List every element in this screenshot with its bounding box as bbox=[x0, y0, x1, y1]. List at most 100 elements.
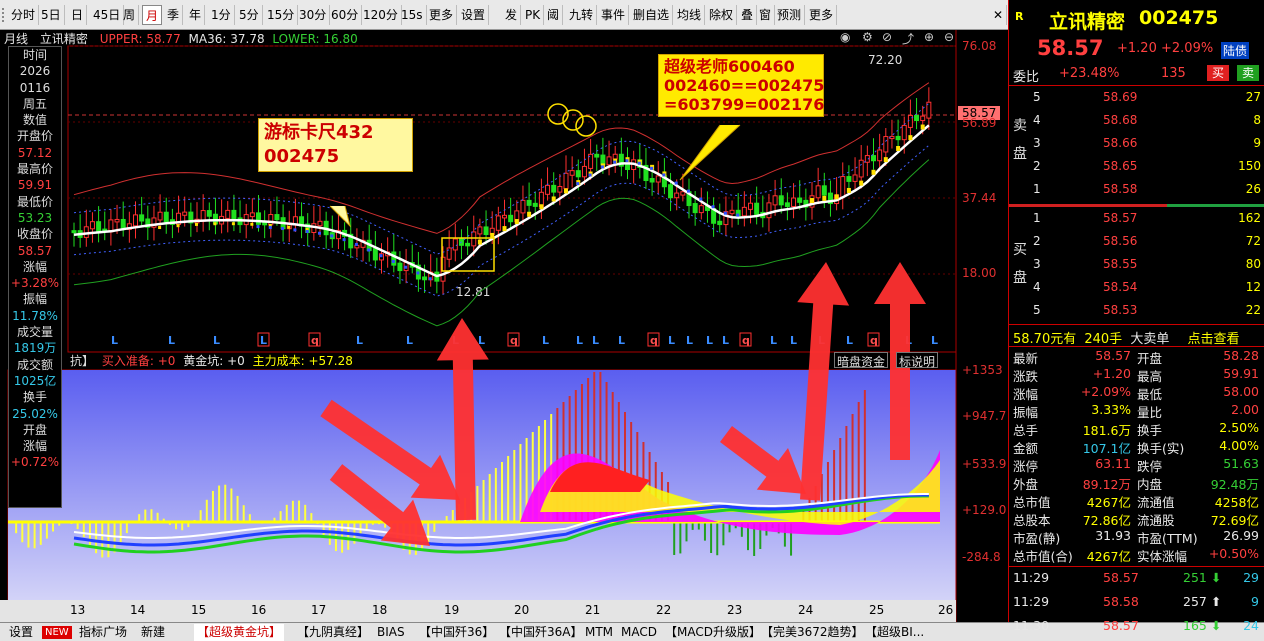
indicator-tab-7[interactable]: 【中国歼36】 bbox=[416, 624, 497, 641]
orderbook-row[interactable]: 3 58.55 80 bbox=[1033, 254, 1264, 276]
share-icon[interactable]: ⤴ bbox=[902, 30, 914, 47]
orderbook-row[interactable]: 4 58.54 12 bbox=[1033, 277, 1264, 299]
indicator-tab-10[interactable]: MACD bbox=[618, 624, 660, 641]
toolbar-item-16[interactable]: 设置 bbox=[458, 5, 490, 25]
buy-button[interactable]: 买 bbox=[1207, 65, 1229, 81]
indicator-tab-8[interactable]: 【中国歼36A】 bbox=[496, 624, 585, 641]
orderbook-row[interactable]: 5 58.69 27 bbox=[1033, 87, 1264, 109]
toolbar-item-22[interactable]: 删自选 bbox=[630, 5, 674, 25]
gear-icon[interactable]: ⚙ bbox=[862, 30, 873, 44]
eye-icon[interactable]: ◉ bbox=[840, 30, 850, 44]
indicator-tab-2[interactable]: 指标广场 bbox=[76, 624, 130, 641]
link-icon[interactable]: ⊘ bbox=[882, 30, 892, 44]
toolbar-item-27[interactable]: 预测 bbox=[774, 5, 806, 25]
stat-label: 市盈(静) bbox=[1013, 531, 1061, 546]
candle-body bbox=[754, 202, 760, 215]
indicator-tab-5[interactable]: 【九阴真经】 bbox=[294, 624, 372, 641]
indicator-desc-label[interactable]: 标说明 bbox=[896, 352, 939, 369]
trend-marker bbox=[305, 229, 309, 233]
toolbar-item-12[interactable]: 60分 bbox=[328, 5, 363, 25]
toolbar-item-21[interactable]: 事件 bbox=[598, 5, 630, 25]
signal-marker: L bbox=[260, 334, 267, 347]
toolbar-item-17[interactable]: 发 bbox=[502, 5, 522, 25]
toolbar-item-1[interactable]: 5日 bbox=[38, 5, 65, 25]
orderbook-row[interactable]: 3 58.66 9 bbox=[1033, 133, 1264, 155]
indicator-tab-0[interactable]: 设置 bbox=[6, 624, 36, 641]
quote-stock-code: 002475 bbox=[1139, 7, 1219, 29]
toolbar-item-20[interactable]: 九转 bbox=[566, 5, 598, 25]
x-axis-label: 17 bbox=[311, 603, 326, 617]
big-order-link[interactable]: 点击查看 bbox=[1187, 332, 1239, 347]
toolbar-item-5[interactable]: 月 bbox=[142, 5, 163, 25]
toolbar-item-15[interactable]: 更多 bbox=[426, 5, 458, 25]
candle-body bbox=[612, 153, 618, 160]
orderbook-row[interactable]: 4 58.68 8 bbox=[1033, 110, 1264, 132]
trend-marker bbox=[908, 135, 913, 141]
indicator-tab-6[interactable]: BIAS bbox=[374, 624, 408, 641]
indicator-tab-3[interactable]: 新建 bbox=[138, 624, 168, 641]
signal-marker: L bbox=[706, 334, 713, 347]
zoom-in-icon[interactable]: ⊕ bbox=[924, 30, 934, 44]
stat-value: 31.93 bbox=[1095, 528, 1131, 543]
x-axis-label: 22 bbox=[656, 603, 671, 617]
stat-label: 最高 bbox=[1137, 369, 1163, 384]
quote-tag[interactable]: 陆债 bbox=[1221, 42, 1250, 59]
dark-pool-label[interactable]: 暗盘资金 bbox=[834, 352, 889, 369]
big-order-row: 58.70元有 240手 大卖单 点击查看 bbox=[1013, 328, 1263, 347]
toolbar-handle-icon bbox=[2, 8, 6, 22]
tick-count: 29 bbox=[1243, 570, 1259, 585]
stat-value: +1.20 bbox=[1092, 366, 1131, 381]
toolbar-item-4[interactable]: 周 bbox=[120, 5, 140, 25]
toolbar-item-0[interactable]: 分时 bbox=[8, 5, 40, 25]
indicator-tab-1[interactable]: NEW bbox=[42, 626, 72, 639]
stat-label: 内盘 bbox=[1137, 477, 1163, 492]
toolbar-item-26[interactable]: 窗 bbox=[756, 5, 776, 25]
orderbook-row[interactable]: 1 58.58 26 bbox=[1033, 179, 1264, 201]
toolbar-item-18[interactable]: PK bbox=[522, 5, 545, 25]
toolbar-item-24[interactable]: 除权 bbox=[706, 5, 738, 25]
toolbar-item-25[interactable]: 叠 bbox=[738, 5, 758, 25]
toolbar-item-2[interactable]: 日 bbox=[68, 5, 88, 25]
indicator-tab-12[interactable]: 【完美3672趋势】 bbox=[758, 624, 867, 641]
toolbar-item-13[interactable]: 120分 bbox=[360, 5, 402, 25]
toolbar-item-14[interactable]: 15s bbox=[398, 5, 427, 25]
kline-chart-area[interactable]: 76.08 58.57 56.89 37.44 18.00 72.20 12.81 +1353… bbox=[0, 30, 1008, 622]
stat-value: 58.00 bbox=[1223, 384, 1259, 399]
stat-value: 51.63 bbox=[1223, 456, 1259, 471]
orderbook-row[interactable]: 2 58.65 150 bbox=[1033, 156, 1264, 178]
indicator-tab-9[interactable]: MTM bbox=[582, 624, 616, 641]
signal-marker: L bbox=[542, 334, 549, 347]
signal-marker: L bbox=[686, 334, 693, 347]
golden-pit-value: 黄金坑: +0 bbox=[183, 354, 245, 368]
data-label: 周五 bbox=[22, 96, 47, 111]
candle-body bbox=[446, 247, 452, 260]
orderbook-row[interactable]: 5 58.53 22 bbox=[1033, 300, 1264, 322]
trend-marker bbox=[834, 194, 839, 200]
toolbar-item-7[interactable]: 年 bbox=[186, 5, 206, 25]
signal-marker: L bbox=[111, 334, 118, 347]
toolbar-item-19[interactable]: 阈 bbox=[544, 5, 564, 25]
signal-marker: L bbox=[790, 334, 797, 347]
toolbar-item-28[interactable]: 更多 bbox=[806, 5, 838, 25]
trend-marker bbox=[354, 242, 358, 246]
toolbar-item-8[interactable]: 1分 bbox=[208, 5, 235, 25]
divider bbox=[1009, 346, 1264, 347]
indicator-tab-13[interactable]: 【超级BI... bbox=[862, 624, 927, 641]
indicator-tab-11[interactable]: 【MACD升级版】 bbox=[662, 624, 764, 641]
indicator-tab-4[interactable]: 【超级黄金坑】 bbox=[194, 624, 285, 641]
orderbook-row[interactable]: 1 58.57 162 bbox=[1033, 208, 1264, 230]
data-value: 1819万 bbox=[13, 341, 57, 356]
close-icon[interactable]: ✕ bbox=[990, 5, 1008, 25]
toolbar-item-23[interactable]: 均线 bbox=[674, 5, 706, 25]
toolbar-item-6[interactable]: 季 bbox=[164, 5, 184, 25]
zoom-out-icon[interactable]: ⊖ bbox=[944, 30, 954, 44]
orderbook-row[interactable]: 2 58.56 72 bbox=[1033, 231, 1264, 253]
toolbar-item-9[interactable]: 5分 bbox=[236, 5, 263, 25]
candle-body bbox=[858, 159, 864, 178]
toolbar-item-11[interactable]: 30分 bbox=[296, 5, 331, 25]
toolbar-item-10[interactable]: 15分 bbox=[264, 5, 299, 25]
sell-button[interactable]: 卖 bbox=[1237, 65, 1259, 81]
trend-marker bbox=[318, 231, 321, 235]
stats-row: 总市值(合) 4267亿 实体涨幅 +0.50% bbox=[1013, 546, 1263, 564]
level-volume: 22 bbox=[1245, 303, 1261, 317]
